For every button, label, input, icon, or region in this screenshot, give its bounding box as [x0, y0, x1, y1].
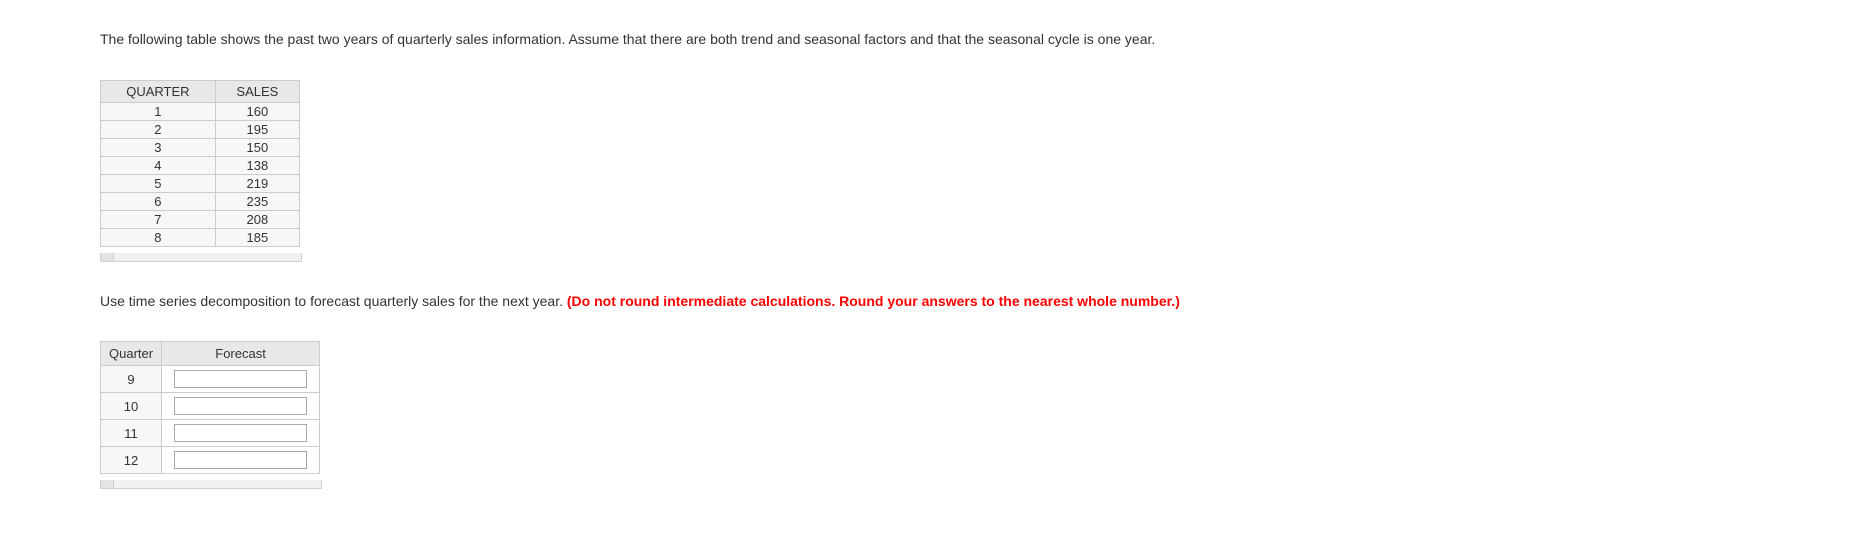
forecast-input-cell [162, 366, 320, 393]
quarter-cell: 2 [101, 120, 216, 138]
instruction-red: (Do not round intermediate calculations.… [567, 293, 1180, 309]
table-row: 9 [101, 366, 320, 393]
sales-cell: 150 [215, 138, 299, 156]
table-row: 6235 [101, 192, 300, 210]
quarter-cell: 7 [101, 210, 216, 228]
table-row: 10 [101, 393, 320, 420]
forecast-input[interactable] [174, 397, 308, 415]
table-row: 4138 [101, 156, 300, 174]
table-row: 1160 [101, 102, 300, 120]
forecast-table-header-forecast: Forecast [162, 342, 320, 366]
forecast-table-header-quarter: Quarter [101, 342, 162, 366]
table-row: 11 [101, 420, 320, 447]
forecast-quarter-cell: 11 [101, 420, 162, 447]
forecast-quarter-cell: 10 [101, 393, 162, 420]
quarter-cell: 6 [101, 192, 216, 210]
quarter-cell: 1 [101, 102, 216, 120]
quarter-cell: 5 [101, 174, 216, 192]
table-row: 3150 [101, 138, 300, 156]
sales-cell: 208 [215, 210, 299, 228]
instruction-text: Use time series decomposition to forecas… [100, 292, 1772, 312]
quarter-cell: 8 [101, 228, 216, 246]
table-row: 12 [101, 447, 320, 474]
scroll-indicator[interactable] [100, 480, 322, 489]
sales-table-header-quarter: QUARTER [101, 80, 216, 102]
sales-cell: 138 [215, 156, 299, 174]
forecast-input-cell [162, 447, 320, 474]
scroll-indicator[interactable] [100, 253, 302, 262]
forecast-input[interactable] [174, 424, 308, 442]
table-row: 5219 [101, 174, 300, 192]
forecast-table: Quarter Forecast 9 10 11 12 [100, 341, 320, 474]
table-row: 7208 [101, 210, 300, 228]
quarter-cell: 4 [101, 156, 216, 174]
forecast-input-cell [162, 420, 320, 447]
forecast-quarter-cell: 12 [101, 447, 162, 474]
sales-cell: 195 [215, 120, 299, 138]
forecast-input[interactable] [174, 451, 308, 469]
sales-cell: 235 [215, 192, 299, 210]
quarter-cell: 3 [101, 138, 216, 156]
sales-table: QUARTER SALES 1160 2195 3150 4138 5219 6… [100, 80, 300, 247]
forecast-input[interactable] [174, 370, 308, 388]
sales-cell: 185 [215, 228, 299, 246]
intro-text: The following table shows the past two y… [100, 30, 1772, 50]
sales-table-header-sales: SALES [215, 80, 299, 102]
instruction-plain: Use time series decomposition to forecas… [100, 293, 567, 309]
forecast-input-cell [162, 393, 320, 420]
sales-cell: 219 [215, 174, 299, 192]
table-row: 8185 [101, 228, 300, 246]
forecast-quarter-cell: 9 [101, 366, 162, 393]
table-row: 2195 [101, 120, 300, 138]
sales-cell: 160 [215, 102, 299, 120]
